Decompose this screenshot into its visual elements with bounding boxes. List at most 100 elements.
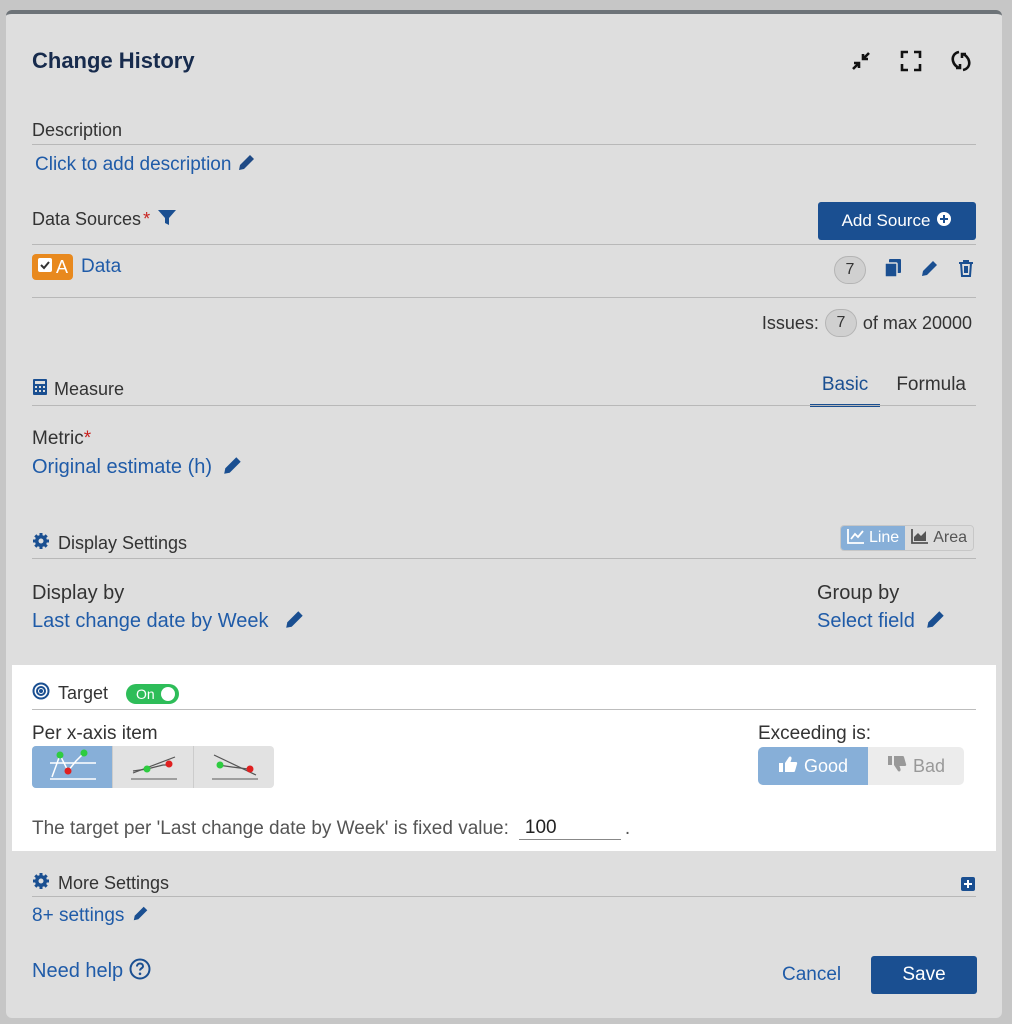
- chart-type-toggle: Line Area: [839, 525, 974, 551]
- display-by-link[interactable]: Last change date by Week: [32, 608, 306, 635]
- target-sentence: The target per 'Last change date by Week…: [32, 818, 509, 839]
- exceeding-label: Exceeding is:: [758, 723, 872, 744]
- divider: [32, 709, 976, 710]
- chart-type-area[interactable]: Area: [905, 526, 973, 550]
- more-settings-header: More Settings: [32, 872, 169, 895]
- required-mark: *: [143, 209, 151, 229]
- metric-label-row: Metric*: [32, 428, 91, 450]
- group-by-label: Group by: [817, 582, 900, 604]
- good-label: Good: [803, 755, 849, 776]
- measure-header: Measure: [32, 378, 124, 401]
- increasing-target-chart-icon: [127, 747, 179, 788]
- more-settings-label: More Settings: [58, 873, 170, 893]
- tab-basic[interactable]: Basic: [809, 374, 881, 407]
- more-settings-link[interactable]: 8+ settings: [32, 904, 150, 927]
- group-by-value[interactable]: Select field: [817, 610, 915, 633]
- filter-icon[interactable]: [156, 206, 178, 233]
- header-actions: [846, 46, 976, 76]
- exceeding-bad-button[interactable]: Bad: [868, 747, 964, 785]
- issues-max: of max 20000: [862, 312, 972, 333]
- fixed-target-chart-icon: [46, 747, 98, 788]
- pencil-icon[interactable]: [237, 152, 257, 177]
- target-panel: Target On Per x-axis item Exceeding is: …: [12, 665, 996, 851]
- metric-label: Metric: [32, 428, 84, 449]
- divider: [32, 144, 976, 145]
- chart-type-line-label: Line: [868, 529, 900, 546]
- minimize-icon[interactable]: [846, 46, 876, 76]
- source-name[interactable]: Data: [81, 256, 121, 278]
- target-toggle-label: On: [136, 685, 155, 702]
- metric-value[interactable]: Original estimate (h): [32, 456, 212, 479]
- add-description-text[interactable]: Click to add description: [35, 154, 231, 176]
- issues-label: Issues:: [761, 312, 819, 333]
- exceeding-good-button[interactable]: Good: [758, 747, 868, 785]
- decreasing-target-chart-icon: [208, 747, 260, 788]
- checkbox-icon[interactable]: [37, 257, 53, 278]
- line-chart-icon: [847, 528, 865, 549]
- pencil-icon[interactable]: [132, 904, 150, 927]
- description-label: Description: [32, 120, 123, 140]
- pencil-icon[interactable]: [222, 454, 244, 481]
- copy-icon[interactable]: [882, 257, 904, 284]
- target-value-input[interactable]: 100: [518, 817, 621, 840]
- divider: [32, 896, 976, 897]
- target-toggle[interactable]: On: [126, 683, 179, 704]
- display-by-label: Display by: [32, 582, 125, 604]
- target-icon: [32, 682, 50, 705]
- target-label: Target: [58, 683, 109, 703]
- thumbs-up-icon: [778, 755, 798, 778]
- metric-value-link[interactable]: Original estimate (h): [32, 454, 244, 481]
- gear-icon: [32, 872, 50, 895]
- target-shape-decreasing[interactable]: [194, 746, 274, 788]
- pencil-icon[interactable]: [284, 608, 306, 635]
- more-settings-value[interactable]: 8+ settings: [32, 905, 124, 927]
- measure-tabs: Basic Formula: [809, 374, 976, 407]
- fullscreen-icon[interactable]: [896, 46, 926, 76]
- dialog-title: Change History: [32, 48, 195, 73]
- source-badge[interactable]: A: [32, 254, 74, 280]
- target-header: Target On: [32, 682, 179, 705]
- group-by-link[interactable]: Select field: [817, 608, 947, 635]
- need-help-link[interactable]: Need help: [32, 958, 151, 985]
- plus-circle-icon: [936, 211, 952, 232]
- area-chart-icon: [911, 528, 929, 549]
- thumbs-down-icon: [887, 755, 907, 778]
- expand-plus-icon[interactable]: [960, 876, 976, 897]
- tab-formula[interactable]: Formula: [880, 374, 976, 407]
- cancel-button[interactable]: Cancel: [782, 964, 841, 986]
- target-sentence-row: The target per 'Last change date by Week…: [32, 817, 630, 840]
- toggle-knob: [160, 686, 175, 701]
- edit-icon[interactable]: [920, 258, 940, 283]
- display-by-value[interactable]: Last change date by Week: [32, 610, 268, 633]
- add-source-button[interactable]: Add Source: [818, 202, 976, 240]
- save-button[interactable]: Save: [871, 956, 977, 994]
- divider: [32, 405, 976, 406]
- chart-type-area-label: Area: [933, 529, 967, 546]
- issues-count-badge: 7: [824, 309, 857, 337]
- help-circle-icon[interactable]: [129, 958, 151, 985]
- trailing-dot: .: [624, 818, 631, 839]
- divider: [32, 244, 976, 245]
- bad-label: Bad: [912, 755, 946, 776]
- chart-type-line[interactable]: Line: [840, 526, 906, 550]
- display-settings-label: Display Settings: [58, 533, 188, 553]
- source-badge-letter: A: [56, 256, 69, 277]
- target-shape-fixed[interactable]: [32, 746, 113, 788]
- pencil-icon[interactable]: [925, 608, 947, 635]
- add-description-link[interactable]: Click to add description: [35, 152, 257, 177]
- need-help-text[interactable]: Need help: [32, 960, 123, 983]
- add-source-label: Add Source: [841, 211, 931, 230]
- display-settings-header: Display Settings: [32, 532, 187, 555]
- data-sources-header: Data Sources *: [32, 206, 178, 233]
- measure-label: Measure: [54, 379, 125, 399]
- target-shape-increasing[interactable]: [113, 746, 194, 788]
- refresh-icon[interactable]: [946, 46, 976, 76]
- change-history-dialog: Change History Description Click to add …: [6, 10, 1002, 1018]
- divider: [32, 558, 976, 559]
- per-x-axis-label: Per x-axis item: [32, 723, 158, 744]
- data-source-item[interactable]: A Data: [32, 254, 121, 280]
- trash-icon[interactable]: [956, 258, 976, 283]
- gear-icon: [32, 532, 50, 555]
- issues-summary: Issues: 7 of max 20000: [762, 309, 972, 337]
- source-actions: 7: [834, 256, 976, 284]
